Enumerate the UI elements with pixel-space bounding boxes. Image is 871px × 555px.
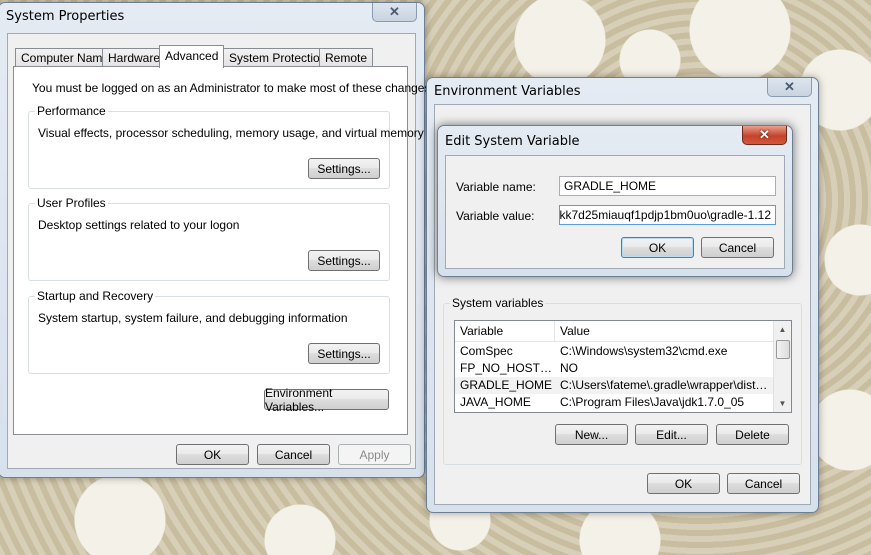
tab-advanced[interactable]: Advanced <box>159 45 225 68</box>
variable-name-cell: ComSpec <box>460 344 513 358</box>
startup-recovery-description: System startup, system failure, and debu… <box>38 311 348 325</box>
scrollbar-thumb[interactable] <box>776 340 790 359</box>
tab-page-advanced: You must be logged on as an Administrato… <box>13 66 434 435</box>
startup-recovery-settings-button[interactable]: Settings... <box>308 343 380 364</box>
table-row[interactable]: ComSpec C:\Windows\system32\cmd.exe <box>455 343 775 360</box>
user-profiles-label: User Profiles <box>35 196 108 210</box>
window-title: Edit System Variable <box>445 134 580 149</box>
user-profiles-group: User Profiles Desktop settings related t… <box>28 196 390 281</box>
startup-recovery-label: Startup and Recovery <box>35 289 156 303</box>
variable-value-cell: C:\Users\fateme\.gradle\wrapper\dists\..… <box>560 378 773 392</box>
column-header-variable[interactable]: Variable <box>455 321 555 341</box>
close-icon: ✕ <box>389 4 400 19</box>
admin-notice: You must be logged on as an Administrato… <box>32 81 434 95</box>
window-title: Environment Variables <box>434 84 581 99</box>
close-icon: ✕ <box>759 127 770 142</box>
variable-value-cell: C:\Program Files\Java\jdk1.7.0_05 <box>560 395 745 409</box>
performance-description: Visual effects, processor scheduling, me… <box>38 126 424 140</box>
list-header: Variable Value <box>455 321 791 342</box>
tab-computer-name[interactable]: Computer Name <box>15 48 116 67</box>
environment-variables-button[interactable]: Environment Variables... <box>264 386 389 414</box>
system-variables-list[interactable]: Variable Value ComSpec C:\Windows\system… <box>454 320 792 413</box>
user-profiles-settings-button[interactable]: Settings... <box>308 250 380 271</box>
delete-variable-button[interactable]: Delete <box>716 424 789 445</box>
column-header-value[interactable]: Value <box>555 321 773 341</box>
variable-value-label: Variable value: <box>456 209 535 223</box>
system-variables-group: System variables Variable Value ComSpec … <box>443 296 802 465</box>
close-icon: ✕ <box>784 79 795 94</box>
scroll-down-arrow-icon[interactable]: ▼ <box>774 395 791 412</box>
variable-value-text: 2apkk7d25miauqf1pdjp1bm0uo\gradle-1.12 <box>559 208 771 222</box>
cancel-button[interactable]: Cancel <box>727 473 800 494</box>
window-title: System Properties <box>6 9 125 24</box>
tab-hardware[interactable]: Hardware <box>102 48 167 67</box>
variable-value-cell: NO <box>560 361 578 375</box>
apply-button: Apply <box>338 444 411 465</box>
variable-value-cell: C:\Windows\system32\cmd.exe <box>560 344 728 358</box>
variable-name-cell: FP_NO_HOST_C... <box>460 361 555 375</box>
performance-group: Performance Visual effects, processor sc… <box>28 104 424 189</box>
edit-variable-button[interactable]: Edit... <box>635 424 708 445</box>
startup-recovery-group: Startup and Recovery System startup, sys… <box>28 289 390 374</box>
close-button[interactable]: ✕ <box>372 3 417 22</box>
vertical-scrollbar[interactable]: ▲ ▼ <box>773 321 791 412</box>
edit-system-variable-dialog: Edit System Variable ✕ Variable name: GR… <box>437 125 793 277</box>
variable-name-cell: JAVA_HOME <box>460 395 531 409</box>
ok-button[interactable]: OK <box>621 237 694 258</box>
cancel-button[interactable]: Cancel <box>257 444 330 465</box>
user-profiles-description: Desktop settings related to your logon <box>38 218 240 232</box>
variable-name-cell: GRADLE_HOME <box>460 378 553 392</box>
system-variables-label: System variables <box>450 296 546 310</box>
table-row[interactable]: FP_NO_HOST_C... NO <box>455 360 775 377</box>
ok-button[interactable]: OK <box>647 473 720 494</box>
table-row-selected[interactable]: GRADLE_HOME C:\Users\fateme\.gradle\wrap… <box>455 377 775 394</box>
scroll-up-arrow-icon[interactable]: ▲ <box>774 321 791 338</box>
cancel-button[interactable]: Cancel <box>701 237 774 258</box>
performance-settings-button[interactable]: Settings... <box>308 158 380 179</box>
ok-button[interactable]: OK <box>176 444 249 465</box>
tab-system-protection[interactable]: System Protection <box>223 48 333 67</box>
system-properties-window: System Properties ✕ Computer Name Hardwa… <box>0 2 434 478</box>
variable-value-field[interactable]: 2apkk7d25miauqf1pdjp1bm0uo\gradle-1.12 <box>559 205 776 225</box>
table-row[interactable]: JAVA_HOME C:\Program Files\Java\jdk1.7.0… <box>455 394 775 411</box>
close-button[interactable]: ✕ <box>767 78 812 97</box>
performance-label: Performance <box>35 104 108 118</box>
tab-remote[interactable]: Remote <box>319 48 374 67</box>
variable-name-field[interactable]: GRADLE_HOME <box>559 176 776 196</box>
close-button[interactable]: ✕ <box>742 126 787 145</box>
new-variable-button[interactable]: New... <box>555 424 628 445</box>
variable-name-label: Variable name: <box>456 180 536 194</box>
